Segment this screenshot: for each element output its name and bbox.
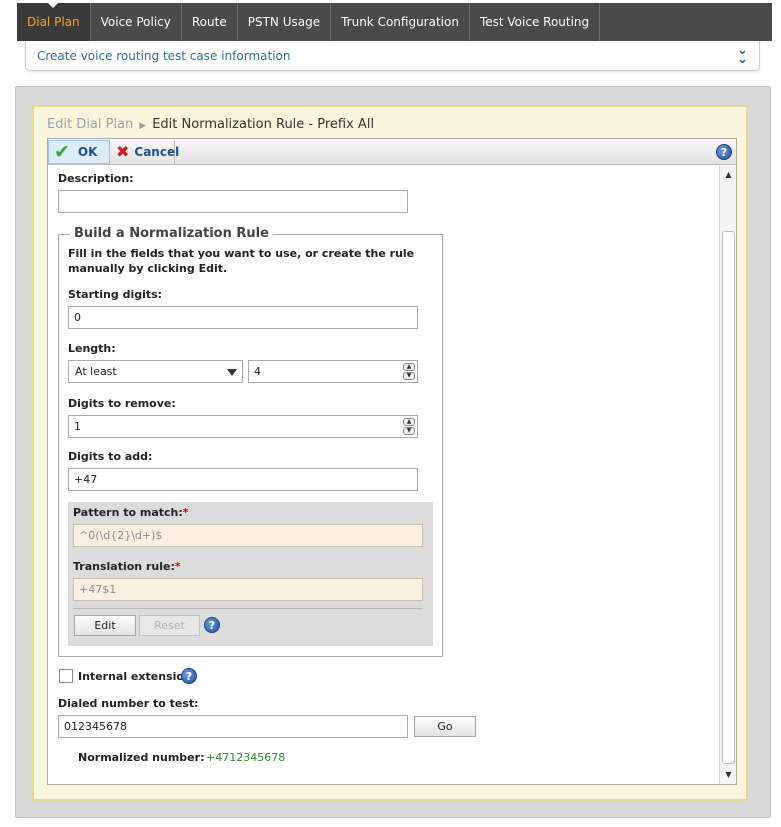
spin-up-icon[interactable]: ▲	[403, 363, 415, 371]
divider	[73, 608, 423, 609]
help-icon[interactable]: ?	[181, 668, 197, 684]
breadcrumb-separator-icon: ▶	[139, 121, 147, 131]
translation-rule-input	[73, 578, 423, 601]
description-label: Description:	[58, 172, 134, 185]
digits-to-add-input[interactable]	[68, 468, 418, 491]
length-mode-select[interactable]: At least	[68, 360, 243, 383]
starting-digits-input[interactable]	[68, 306, 418, 329]
length-label: Length:	[68, 342, 116, 355]
digits-to-add-label: Digits to add:	[68, 450, 153, 463]
checkmark-icon: ✔	[54, 141, 70, 163]
tab-trunk-configuration[interactable]: Trunk Configuration	[331, 3, 470, 41]
translation-rule-label: Translation rule:*	[73, 560, 181, 573]
length-value: 4	[254, 365, 261, 378]
dropdown-arrow-icon	[227, 369, 237, 376]
help-icon[interactable]: ?	[204, 617, 220, 633]
description-input[interactable]	[58, 190, 408, 213]
internal-extension-label: Internal extension	[78, 670, 192, 683]
breadcrumb: Edit Dial Plan ▶ Edit Normalization Rule -…	[47, 117, 374, 132]
breadcrumb-edit-dial-plan[interactable]: Edit Dial Plan	[47, 117, 133, 132]
required-marker: *	[174, 560, 181, 573]
digits-to-remove-label: Digits to remove:	[68, 397, 176, 410]
cancel-button[interactable]: ✖ Cancel	[111, 140, 179, 164]
digits-to-remove-spinner[interactable]: ▲ ▼	[403, 418, 415, 435]
ok-button[interactable]: ✔ OK	[48, 140, 110, 164]
toolbar: ✔ OK ✖ Cancel	[48, 139, 736, 165]
spin-up-icon[interactable]: ▲	[403, 418, 415, 426]
spin-down-icon[interactable]: ▼	[403, 427, 415, 435]
starting-digits-label: Starting digits:	[68, 288, 163, 301]
page-title: Edit Normalization Rule - Prefix All	[152, 117, 375, 132]
normalization-rule-legend: Build a Normalization Rule	[70, 226, 273, 241]
vertical-scrollbar[interactable]: ▲ ▼	[719, 166, 736, 784]
length-stepper[interactable]: 4 ▲ ▼	[248, 360, 418, 383]
pattern-to-match-input	[73, 524, 423, 547]
scroll-up-icon[interactable]: ▲	[720, 168, 737, 182]
go-button[interactable]: Go	[414, 716, 476, 737]
help-icon[interactable]: ?	[716, 144, 732, 160]
tab-dial-plan[interactable]: Dial Plan	[17, 3, 91, 41]
scroll-thumb[interactable]	[722, 231, 735, 764]
top-nav: Dial Plan Voice Policy Route PSTN Usage …	[17, 3, 772, 41]
tab-voice-policy[interactable]: Voice Policy	[91, 3, 182, 41]
length-spinner[interactable]: ▲ ▼	[403, 363, 415, 380]
tab-test-voice-routing[interactable]: Test Voice Routing	[470, 3, 601, 41]
ok-label: OK	[77, 145, 98, 159]
normalized-number-value: +4712345678	[206, 751, 286, 764]
dialed-number-label: Dialed number to test:	[58, 697, 199, 710]
double-chevron-down-icon[interactable]: ⌄ ⌄	[737, 44, 748, 66]
digits-to-remove-value: 1	[74, 420, 81, 433]
required-marker: *	[182, 506, 189, 519]
test-case-info-bar[interactable]: Create voice routing test case informati…	[25, 41, 760, 71]
spin-down-icon[interactable]: ▼	[403, 372, 415, 380]
close-icon: ✖	[116, 142, 130, 161]
tab-route[interactable]: Route	[182, 3, 238, 41]
scroll-down-icon[interactable]: ▼	[720, 768, 737, 782]
cancel-label: Cancel	[134, 145, 180, 159]
internal-extension-checkbox[interactable]	[59, 669, 73, 683]
pattern-to-match-label: Pattern to match:*	[73, 506, 189, 519]
dialed-number-input[interactable]	[58, 715, 408, 738]
reset-button[interactable]: Reset	[139, 615, 200, 636]
edit-button[interactable]: Edit	[74, 615, 136, 636]
tab-pstn-usage[interactable]: PSTN Usage	[238, 3, 332, 41]
digits-to-remove-stepper[interactable]: 1 ▲ ▼	[68, 415, 418, 438]
length-mode-value: At least	[75, 365, 117, 378]
normalized-number-label: Normalized number:	[78, 751, 205, 764]
builder-instructions: Fill in the fields that you want to use,…	[68, 247, 415, 275]
test-case-info-link[interactable]: Create voice routing test case informati…	[37, 49, 290, 63]
